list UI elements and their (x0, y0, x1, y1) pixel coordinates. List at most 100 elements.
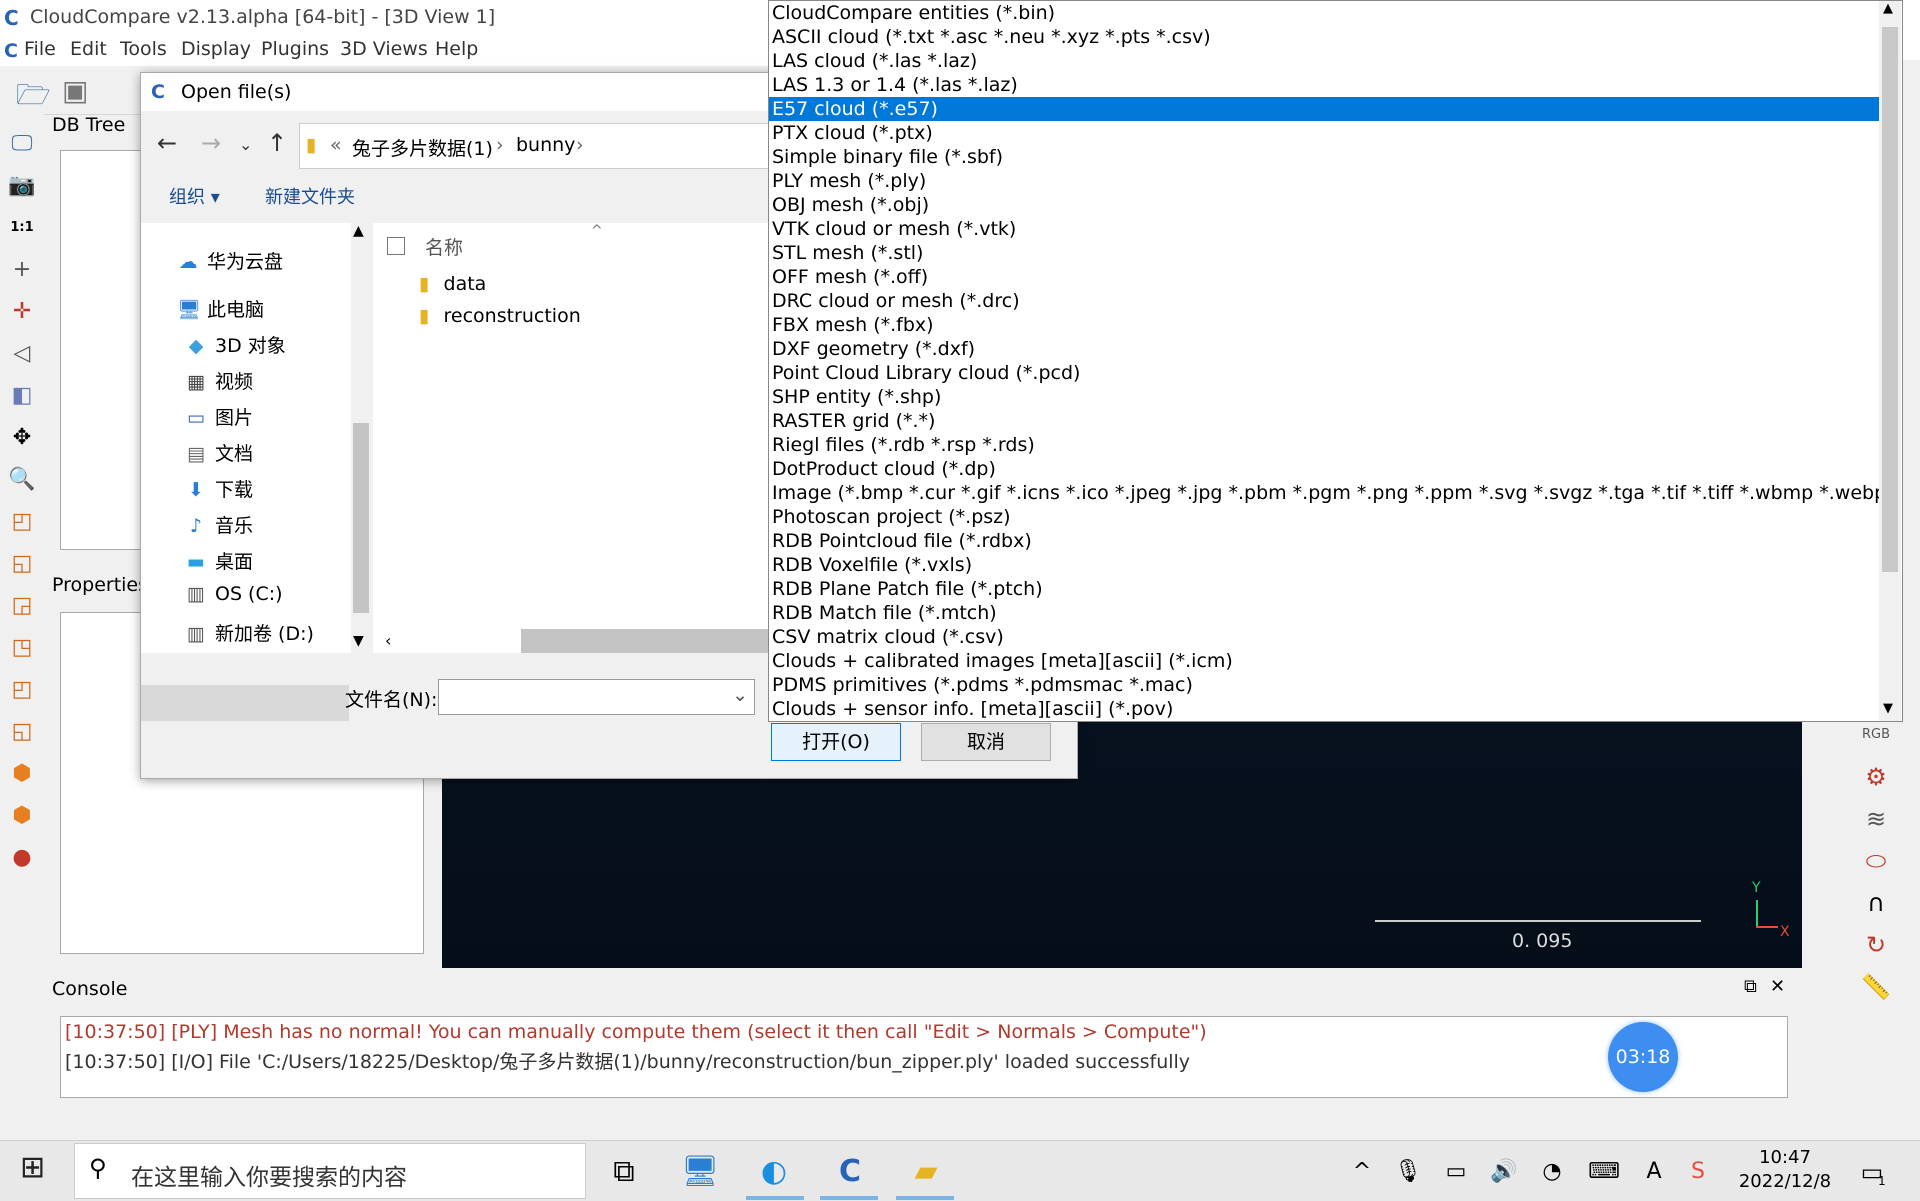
move-icon[interactable]: ✥ (8, 424, 36, 452)
select-all-checkbox[interactable] (387, 237, 405, 255)
nav-drive-d[interactable]: ▥ 新加卷 (D:) (185, 619, 314, 646)
breadcrumb-overflow[interactable]: « (330, 134, 342, 156)
menu-display[interactable]: Display (181, 38, 251, 60)
zoom-icon[interactable]: 🔍 (8, 466, 36, 494)
float-panel-icon[interactable]: ⧉ (1744, 976, 1757, 997)
recent-locations-icon[interactable]: ⌄ (239, 135, 252, 154)
auto-pivot-icon[interactable]: ✛ (8, 298, 36, 326)
nav-pictures[interactable]: ▭ 图片 (185, 403, 253, 430)
nav-scrollbar-thumb[interactable] (353, 423, 369, 613)
cloudcompare-taskbar-icon[interactable]: C (830, 1152, 870, 1192)
nav-downloads[interactable]: ⬇ 下载 (185, 475, 253, 502)
file-type-option[interactable]: RDB Plane Patch file (*.ptch) (769, 577, 1879, 601)
scroll-up-icon[interactable]: ▲ (353, 223, 364, 239)
file-type-option[interactable]: RASTER grid (*.*) (769, 409, 1879, 433)
file-type-option[interactable]: ASCII cloud (*.txt *.asc *.neu *.xyz *.p… (769, 25, 1879, 49)
file-type-option[interactable]: DXF geometry (*.dxf) (769, 337, 1879, 361)
input-method-icon[interactable]: A (1634, 1152, 1674, 1192)
file-explorer-icon[interactable]: ▰ (906, 1152, 946, 1192)
taskbar-search[interactable]: ⚲ 在这里输入你要搜索的内容 (74, 1143, 586, 1199)
nav-desktop[interactable]: ▬ 桌面 (185, 547, 253, 574)
menu-help[interactable]: Help (435, 38, 478, 60)
cancel-button[interactable]: 取消 (921, 723, 1051, 761)
open-button[interactable]: 打开(O) (771, 723, 901, 761)
file-type-option[interactable]: E57 cloud (*.e57) (769, 97, 1879, 121)
nav-3d-objects[interactable]: ◆ 3D 对象 (185, 331, 286, 358)
front-view-icon[interactable]: ◱ (8, 550, 36, 578)
menu-file[interactable]: File (24, 38, 56, 60)
file-type-option[interactable]: Point Cloud Library cloud (*.pcd) (769, 361, 1879, 385)
task-view-icon[interactable]: ⧉ (604, 1152, 644, 1192)
scroll-down-icon[interactable]: ▼ (353, 633, 364, 649)
folder-row[interactable]: ▮ data (419, 273, 486, 295)
nav-documents[interactable]: ▤ 文档 (185, 439, 253, 466)
ruler-icon[interactable]: 📏 (1858, 972, 1894, 1002)
magnet-icon[interactable]: ∩ (1858, 888, 1894, 918)
edge-browser-icon[interactable]: ◐ (754, 1152, 794, 1192)
microphone-icon[interactable]: 🎙 (1388, 1152, 1428, 1192)
console-log[interactable]: [10:37:50] [PLY] Mesh has no normal! You… (60, 1016, 1788, 1098)
column-header-name[interactable]: 名称 (425, 233, 463, 260)
perspective-icon[interactable]: ◁ (8, 340, 36, 368)
file-type-option[interactable]: RDB Pointcloud file (*.rdbx) (769, 529, 1879, 553)
file-type-option[interactable]: STL mesh (*.stl) (769, 241, 1879, 265)
breadcrumb-item[interactable]: 兔子多片数据(1) (352, 134, 493, 161)
file-type-option[interactable]: Simple binary file (*.sbf) (769, 145, 1879, 169)
scroll-up-icon[interactable]: ▲ (1883, 1, 1893, 16)
folder-row[interactable]: ▮ reconstruction (419, 305, 581, 327)
nav-videos[interactable]: ▦ 视频 (185, 367, 253, 394)
file-type-option[interactable]: DotProduct cloud (*.dp) (769, 457, 1879, 481)
top-view-icon[interactable]: ◰ (8, 508, 36, 536)
forward-icon[interactable]: → (201, 129, 221, 157)
file-type-option[interactable]: OBJ mesh (*.obj) (769, 193, 1879, 217)
file-type-option[interactable]: LAS 1.3 or 1.4 (*.las *.laz) (769, 73, 1879, 97)
menu-edit[interactable]: Edit (70, 38, 107, 60)
cube-view-icon[interactable]: ◧ (8, 382, 36, 410)
file-type-option[interactable]: Riegl files (*.rdb *.rsp *.rds) (769, 433, 1879, 457)
file-type-option[interactable]: OFF mesh (*.off) (769, 265, 1879, 289)
computer-app-icon[interactable]: 🖥 (680, 1152, 720, 1192)
pivot-plus-icon[interactable]: + (8, 256, 36, 284)
tray-expand-icon[interactable]: ^ (1342, 1152, 1382, 1192)
file-type-option[interactable]: PDMS primitives (*.pdms *.pdmsmac *.mac) (769, 673, 1879, 697)
file-type-dropdown[interactable]: CloudCompare entities (*.bin) ASCII cloud… (768, 0, 1903, 722)
rotate-icon[interactable]: ↻ (1858, 930, 1894, 960)
right-view-icon[interactable]: ◰ (8, 676, 36, 704)
chevron-down-icon[interactable]: ⌄ (732, 684, 748, 706)
cloud-settings-icon[interactable]: ⚙ (1858, 762, 1894, 792)
taskbar-clock[interactable]: 10:47 2022/12/8 (1730, 1146, 1840, 1194)
front-iso-icon[interactable]: ⬢ (8, 760, 36, 788)
file-type-option[interactable]: Photoscan project (*.psz) (769, 505, 1879, 529)
file-type-option[interactable]: VTK cloud or mesh (*.vtk) (769, 217, 1879, 241)
breadcrumb-separator[interactable]: › (576, 134, 584, 156)
wifi-icon[interactable]: ◔ (1532, 1152, 1572, 1192)
back-icon[interactable]: ← (157, 129, 177, 157)
file-type-option[interactable]: CloudCompare entities (*.bin) (769, 1, 1879, 25)
dropdown-scrollbar-thumb[interactable] (1882, 27, 1898, 572)
ellipse-icon[interactable]: ⬭ (1858, 846, 1894, 876)
windows-start-icon[interactable]: ⊞ (20, 1150, 45, 1185)
file-type-option[interactable]: SHP entity (*.shp) (769, 385, 1879, 409)
keyboard-icon[interactable]: ⌨ (1584, 1152, 1624, 1192)
menu-3d-views[interactable]: 3D Views (340, 38, 428, 60)
app-menu-icon[interactable]: C (4, 40, 18, 62)
file-type-option[interactable]: LAS cloud (*.las *.laz) (769, 49, 1879, 73)
file-type-option[interactable]: Clouds + sensor info. [meta][ascii] (*.p… (769, 697, 1879, 721)
one-to-one-zoom-icon[interactable]: 1:1 (8, 214, 36, 242)
nav-this-pc[interactable]: 🖥 此电脑 (177, 295, 264, 322)
volume-icon[interactable]: 🔊 (1484, 1152, 1524, 1192)
file-type-option[interactable]: RDB Voxelfile (*.vxls) (769, 553, 1879, 577)
file-type-option[interactable]: RDB Match file (*.mtch) (769, 601, 1879, 625)
file-type-option[interactable]: CSV matrix cloud (*.csv) (769, 625, 1879, 649)
close-panel-icon[interactable]: ✕ (1770, 976, 1785, 997)
scroll-left-icon[interactable]: ‹ (385, 631, 391, 650)
address-bar[interactable]: ▮ « 兔子多片数据(1) › bunny › ⌄ (299, 123, 843, 169)
file-type-option[interactable]: PLY mesh (*.ply) (769, 169, 1879, 193)
file-type-option[interactable]: FBX mesh (*.fbx) (769, 313, 1879, 337)
breadcrumb-item[interactable]: bunny (516, 134, 575, 156)
notification-center-icon[interactable]: ▭ (1852, 1152, 1892, 1192)
back-view-icon[interactable]: ◲ (8, 592, 36, 620)
stereo-icon[interactable]: ● (8, 844, 36, 872)
sogou-ime-icon[interactable]: S (1678, 1152, 1718, 1192)
breadcrumb-separator[interactable]: › (496, 134, 504, 156)
